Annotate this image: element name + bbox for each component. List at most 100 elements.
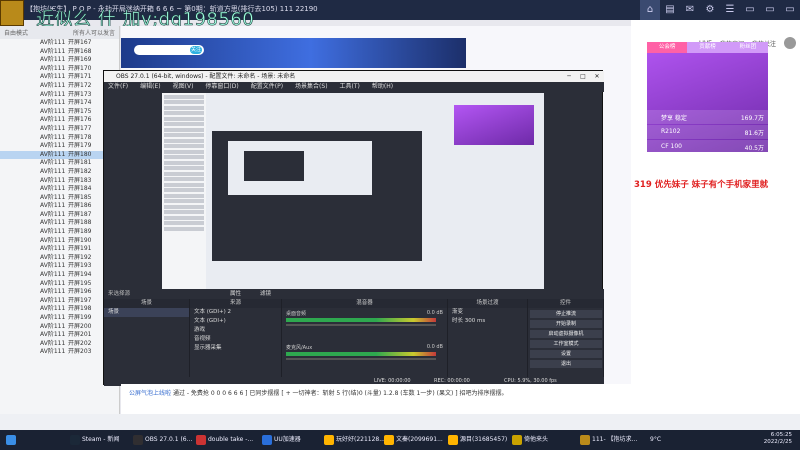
gear-icon[interactable]: ⚙ — [700, 0, 720, 20]
close-icon[interactable]: ▭ — [780, 0, 800, 20]
user-list-item[interactable]: AV阶111 开屏201 — [0, 331, 119, 340]
volume-slider[interactable] — [286, 324, 436, 326]
user-tag: AV阶111 — [40, 185, 66, 193]
source-item[interactable]: 音视频 — [190, 335, 281, 344]
minimize-icon[interactable]: ▭ — [740, 0, 760, 20]
clock[interactable]: 6:05:25 2022/2/25 — [764, 432, 792, 446]
rank-row[interactable]: CF 100 40.5万 — [647, 140, 768, 154]
taskbar-item[interactable]: UU加速器 — [262, 430, 301, 450]
volume-slider[interactable] — [286, 358, 436, 360]
user-list-item[interactable]: AV阶111 开屏198 — [0, 305, 119, 314]
source-item[interactable]: 文本 (GDI+) — [190, 317, 281, 326]
user-tag: AV阶111 — [40, 271, 66, 279]
mail-icon[interactable]: ✉ — [680, 0, 700, 20]
user-list-item[interactable]: AV阶111 开屏167 — [0, 39, 119, 48]
user-list-item[interactable]: AV阶111 开屏183 — [0, 177, 119, 186]
home-icon[interactable]: ⌂ — [640, 0, 660, 20]
rank-row[interactable]: 梦享 稳定 169.7万 — [647, 110, 768, 124]
user-list-item[interactable]: AV阶111 开屏184 — [0, 185, 119, 194]
user-list-item[interactable]: AV阶111 开屏203 — [0, 348, 119, 357]
tab-fans[interactable]: 粉丝团 — [728, 42, 768, 53]
user-list-item[interactable]: AV阶111 开屏174 — [0, 99, 119, 108]
user-tag: AV阶111 — [40, 133, 66, 141]
menu-help[interactable]: 帮助(H) — [372, 82, 393, 92]
user-list-item[interactable]: AV阶111 开屏178 — [0, 134, 119, 143]
user-list-item[interactable]: AV阶111 开屏169 — [0, 56, 119, 65]
user-list-item[interactable]: AV阶111 开屏196 — [0, 288, 119, 297]
user-list-item[interactable]: AV阶111 开屏186 — [0, 202, 119, 211]
user-list-item[interactable]: AV阶111 开屏188 — [0, 219, 119, 228]
chat-bar: 公屏气泡上线啦 通过 - 免费抢 0 0 0 6 6 6 ] 已同步摆摆 [ +… — [121, 384, 631, 414]
user-list-item[interactable]: AV阶111 开屏173 — [0, 91, 119, 100]
menu-icon[interactable]: ☰ — [720, 0, 740, 20]
menu-file[interactable]: 文件(F) — [108, 82, 128, 92]
menu-docks[interactable]: 停靠窗口(D) — [205, 82, 238, 92]
user-list-item[interactable]: AV阶111 开屏171 — [0, 73, 119, 82]
user-list-item[interactable]: AV阶111 开屏191 — [0, 245, 119, 254]
maximize-icon[interactable]: □ — [576, 71, 590, 82]
rank-row[interactable]: R2102 81.6万 — [647, 125, 768, 139]
start-icon[interactable] — [6, 430, 18, 450]
maximize-icon[interactable]: ▭ — [760, 0, 780, 20]
user-list-item[interactable]: AV阶111 开屏200 — [0, 323, 119, 332]
menu-tools[interactable]: 工具(T) — [340, 82, 360, 92]
duration-input[interactable]: 300 ms — [465, 318, 485, 324]
scene-item[interactable]: 场景 — [104, 308, 189, 317]
user-note: 开屏185 — [68, 193, 92, 201]
obs-preview[interactable] — [162, 93, 544, 289]
user-list-item[interactable]: AV阶111 开屏193 — [0, 262, 119, 271]
properties-button[interactable]: 属性 — [230, 289, 241, 299]
user-list-item[interactable]: AV阶111 开屏181 — [0, 159, 119, 168]
user-list-item[interactable]: AV阶111 开屏172 — [0, 82, 119, 91]
weather-temp[interactable]: 9°C — [650, 430, 661, 450]
user-tag: AV阶111 — [40, 124, 66, 132]
menu-scene-collection[interactable]: 场景集合(S) — [295, 82, 328, 92]
close-icon[interactable]: ✕ — [590, 71, 604, 82]
tab-guild[interactable]: 公会榜 — [647, 42, 688, 53]
user-list-item[interactable]: AV阶111 开屏189 — [0, 228, 119, 237]
exit-button[interactable]: 退出 — [530, 360, 602, 368]
transition-select[interactable]: 渐变 — [448, 308, 527, 317]
taskbar-item[interactable]: OBS 27.0.1 (6... — [133, 430, 192, 450]
taskbar-item[interactable]: 111- 【抱坊求... — [580, 430, 637, 450]
user-list-item[interactable]: AV阶111 开屏190 — [0, 237, 119, 246]
source-item[interactable]: 游戏 — [190, 326, 281, 335]
follow-button[interactable]: 关注 — [190, 46, 202, 54]
start-recording-button[interactable]: 开始录制 — [530, 320, 602, 328]
settings-button[interactable]: 设置 — [530, 350, 602, 358]
taskbar-item[interactable]: 源目(31685457) — [448, 430, 507, 450]
user-list-item[interactable]: AV阶111 开屏199 — [0, 314, 119, 323]
user-list-item[interactable]: AV阶111 开屏182 — [0, 168, 119, 177]
menu-view[interactable]: 视图(V) — [173, 82, 194, 92]
avatar[interactable] — [784, 37, 796, 49]
user-tag: AV阶111 — [40, 228, 66, 236]
virtual-camera-button[interactable]: 启动虚拟摄像机 — [530, 330, 602, 338]
taskbar-item[interactable]: 文秦(2099691... — [384, 430, 443, 450]
search-pill[interactable]: 关注 — [134, 45, 204, 55]
chat-line: 公屏气泡上线啦 通过 - 免费抢 0 0 0 6 6 6 ] 已同步摆摆 [ +… — [129, 388, 507, 397]
source-item[interactable]: 文本 (GDI+) 2 — [190, 308, 281, 317]
minimize-icon[interactable]: ─ — [562, 71, 576, 82]
studio-mode-button[interactable]: 工作室模式 — [530, 340, 602, 348]
user-list-item[interactable]: AV阶111 开屏176 — [0, 116, 119, 125]
taskbar-item[interactable]: 玩好好(221128... — [324, 430, 385, 450]
music-icon — [196, 434, 206, 445]
user-list-item[interactable]: AV阶111 开屏185 — [0, 194, 119, 203]
list-icon[interactable]: ▤ — [660, 0, 680, 20]
filters-button[interactable]: 滤镜 — [260, 289, 271, 299]
taskbar-item[interactable]: 倚他来头 — [512, 430, 548, 450]
user-list-item[interactable]: AV阶111 开屏194 — [0, 271, 119, 280]
input-bar[interactable] — [0, 414, 800, 430]
user-list-item[interactable]: AV阶111 开屏168 — [0, 48, 119, 57]
user-list-item[interactable]: AV阶111 开屏177 — [0, 125, 119, 134]
menu-profile[interactable]: 配置文件(P) — [251, 82, 283, 92]
stop-streaming-button[interactable]: 停止推流 — [530, 310, 602, 318]
menu-edit[interactable]: 编辑(E) — [140, 82, 160, 92]
user-list-item[interactable]: AV阶111 开屏179 — [0, 142, 119, 151]
user-list-item[interactable]: AV阶111 开屏195 — [0, 280, 119, 289]
taskbar-item[interactable]: double take -... — [196, 430, 253, 450]
taskbar-item[interactable]: Steam - 新闻 — [70, 430, 119, 450]
tab-contribution[interactable]: 贡献榜 — [687, 42, 727, 53]
source-item[interactable]: 显示器采集 — [190, 344, 281, 353]
room-banner: 关注 — [121, 38, 466, 68]
